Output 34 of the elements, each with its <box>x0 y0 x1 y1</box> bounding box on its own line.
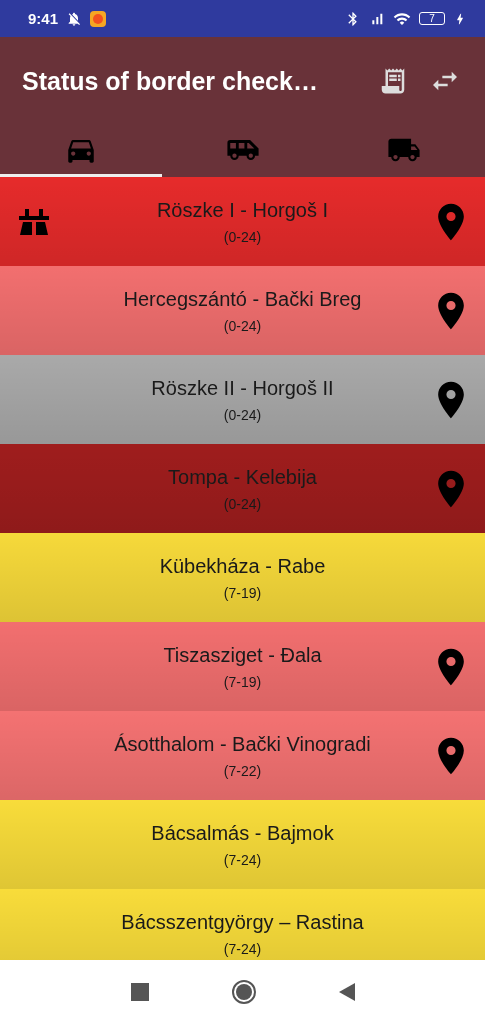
crossing-row[interactable]: Ásotthalom - Bački Vinogradi (7-22) <box>0 711 485 800</box>
opening-hours: (0-24) <box>223 228 262 245</box>
crossing-name: Kübekháza - Rabe <box>159 554 326 578</box>
opening-hours: (0-24) <box>223 406 262 423</box>
recents-icon[interactable] <box>130 983 149 1001</box>
crossing-row[interactable]: Röszke I - Horgoš I (0-24) <box>0 177 485 266</box>
crossing-name: Röszke II - Horgoš II <box>151 376 334 400</box>
crossing-name: Ásotthalom - Bački Vinogradi <box>114 732 371 756</box>
opening-hours: (7-22) <box>223 762 262 779</box>
app-icon <box>90 10 107 27</box>
crossing-row[interactable]: Bácsszentgyörgy – Rastina (7-24) <box>0 889 485 960</box>
back-icon[interactable] <box>338 983 355 1001</box>
crossing-name: Bácsszentgyörgy – Rastina <box>121 910 364 934</box>
crossing-name: Hercegszántó - Bački Breg <box>123 287 362 311</box>
crossing-row[interactable]: Bácsalmás - Bajmok (7-24) <box>0 800 485 889</box>
opening-hours: (7-19) <box>223 673 262 690</box>
crossing-row[interactable]: Röszke II - Horgoš II (0-24) <box>0 355 485 444</box>
crossing-name: Bácsalmás - Bajmok <box>151 821 334 845</box>
crossing-name: Röszke I - Horgoš I <box>156 198 329 222</box>
opening-hours: (0-24) <box>223 495 262 512</box>
crossing-row[interactable]: Tiszasziget - Đala (7-19) <box>0 622 485 711</box>
crossing-name: Tiszasziget - Đala <box>163 643 322 667</box>
opening-hours: (7-19) <box>223 584 262 601</box>
crossing-row[interactable]: Hercegszántó - Bački Breg (0-24) <box>0 266 485 355</box>
opening-hours: (7-24) <box>223 851 262 868</box>
home-icon[interactable] <box>230 979 257 1005</box>
battery-icon: 7 <box>419 12 445 25</box>
crossing-name: Tompa - Kelebija <box>168 465 317 489</box>
crossing-row[interactable]: Kübekháza - Rabe (7-19) <box>0 533 485 622</box>
app-title: Status of border check… <box>22 66 319 96</box>
opening-hours: (0-24) <box>223 317 262 334</box>
status-time: 9:41 <box>28 10 59 27</box>
bell-off-icon <box>66 10 83 27</box>
opening-hours: (7-24) <box>223 940 262 957</box>
